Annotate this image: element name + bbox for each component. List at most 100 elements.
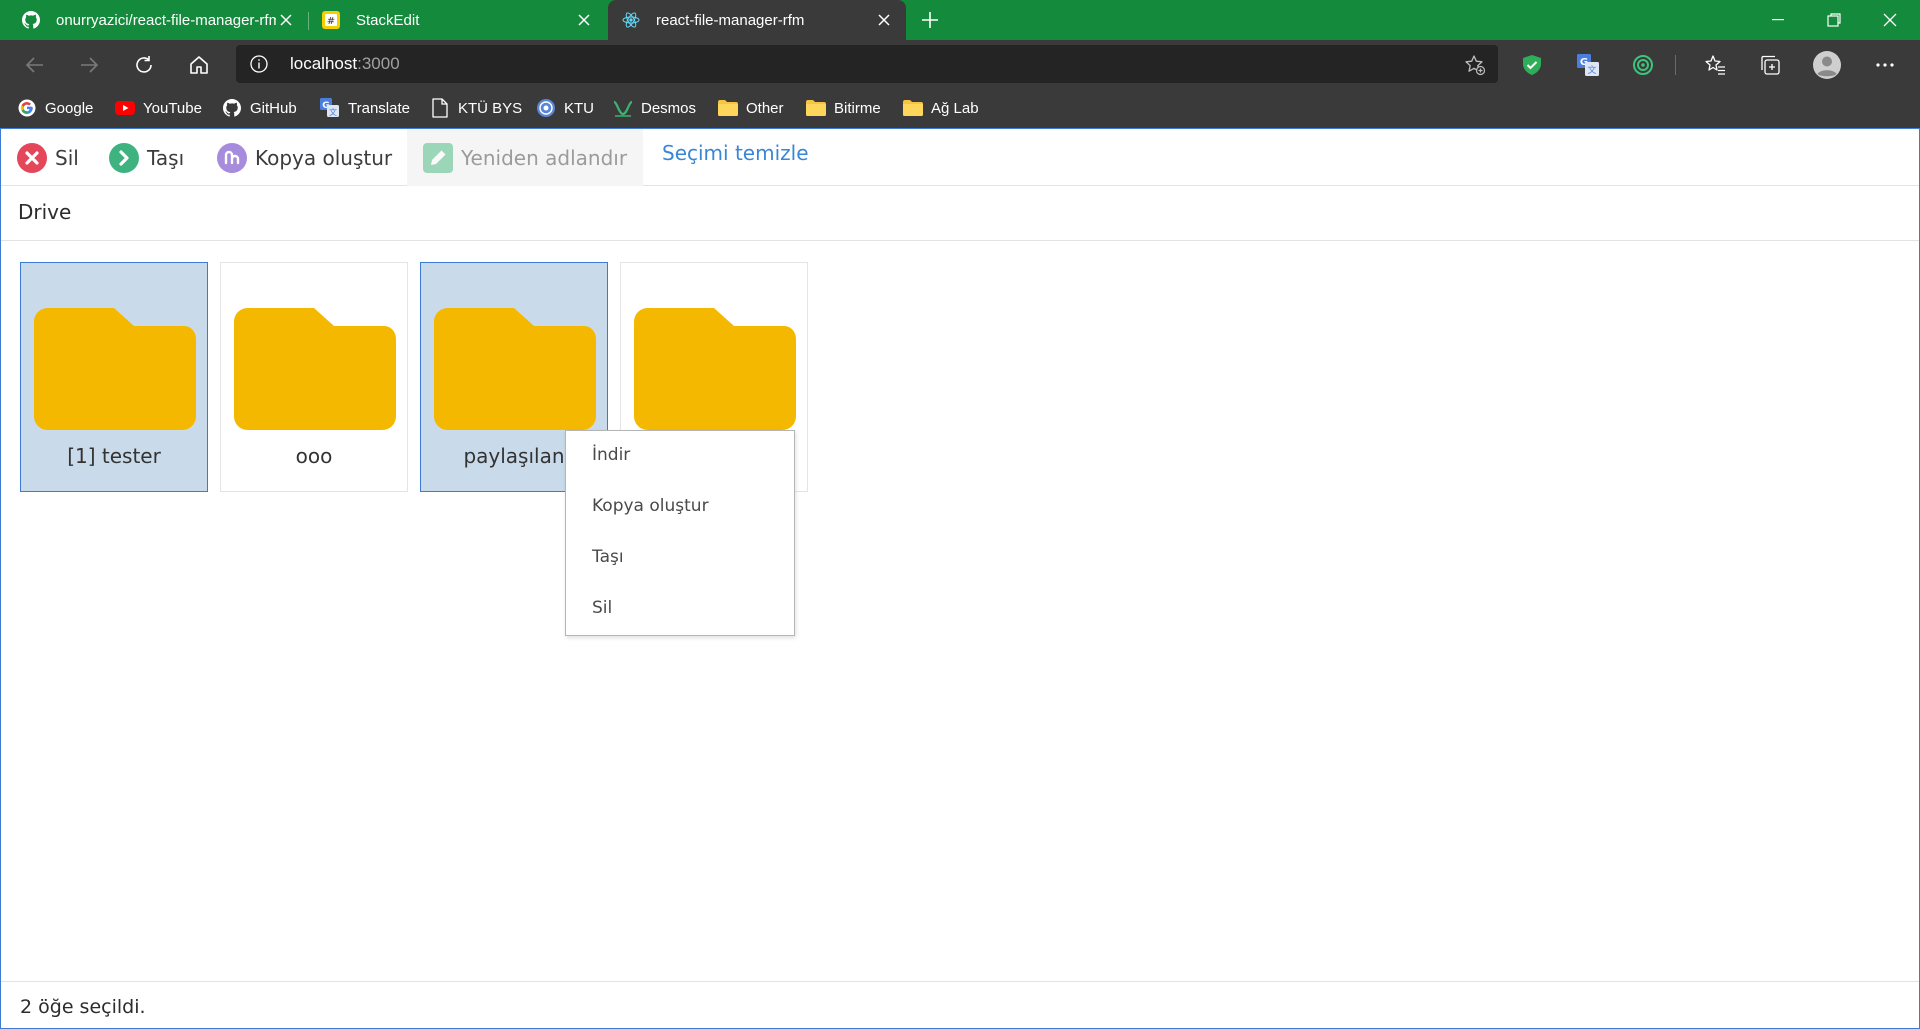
ktu-icon xyxy=(536,98,556,118)
rename-button[interactable]: Yeniden adlandır xyxy=(407,129,644,186)
bookmark-label: YouTube xyxy=(143,99,202,117)
bookmark-label: Ağ Lab xyxy=(931,99,979,117)
tab-title: react-file-manager-rfm xyxy=(656,11,805,29)
url-host: localhost xyxy=(290,54,358,73)
bookmark-github[interactable]: GitHub xyxy=(222,88,297,128)
folder-icon xyxy=(634,308,796,430)
forward-button[interactable] xyxy=(74,50,104,80)
react-icon xyxy=(622,11,640,29)
bookmark-label: Desmos xyxy=(641,99,697,117)
home-button[interactable] xyxy=(184,50,214,80)
folder-item[interactable]: ooo xyxy=(220,262,408,492)
folder-icon xyxy=(718,98,738,118)
bookmark-label: KTÜ BYS xyxy=(458,99,523,117)
svg-text:文: 文 xyxy=(329,107,337,117)
tab-title: onurryazici/react-file-manager-rfm xyxy=(56,11,276,29)
move-label: Taşı xyxy=(147,145,185,170)
clear-selection-label: Seçimi temizle xyxy=(662,140,809,165)
folder-icon xyxy=(34,308,196,430)
copy-icon xyxy=(217,142,247,173)
close-icon[interactable] xyxy=(276,10,296,30)
tab-react-file-manager[interactable]: react-file-manager-rfm xyxy=(608,0,906,40)
selection-status: 2 öğe seçildi. xyxy=(20,996,146,1018)
address-url[interactable]: localhost:3000 xyxy=(290,54,400,74)
folder-name: ooo xyxy=(295,444,333,468)
folder-item[interactable]: [1] tester xyxy=(20,262,208,492)
action-toolbar: Sil Taşı Kopya oluştur Yeniden adlandır … xyxy=(1,129,1919,186)
copy-label: Kopya oluştur xyxy=(255,145,393,170)
document-icon xyxy=(430,98,450,118)
bookmark-google[interactable]: Google xyxy=(17,88,93,128)
stackedit-icon: # xyxy=(322,11,340,29)
context-menu-copy[interactable]: Kopya oluştur xyxy=(592,496,709,516)
move-button[interactable]: Taşı xyxy=(109,129,184,186)
bookmark-folder-ag-lab[interactable]: Ağ Lab xyxy=(903,88,979,128)
breadcrumb: Drive xyxy=(1,186,1919,241)
bookmark-label: KTU xyxy=(564,99,594,117)
context-menu-delete[interactable]: Sil xyxy=(592,598,612,618)
add-favorite-icon[interactable] xyxy=(1464,54,1486,76)
profile-avatar-icon[interactable] xyxy=(1812,50,1842,80)
move-icon xyxy=(109,142,139,173)
collections-icon[interactable] xyxy=(1757,52,1783,78)
new-tab-button[interactable] xyxy=(916,6,944,34)
toolbar-separator xyxy=(1675,55,1676,75)
minimize-button[interactable] xyxy=(1750,0,1806,40)
bookmark-folder-other[interactable]: Other xyxy=(718,88,784,128)
bookmark-label: Google xyxy=(45,99,94,117)
delete-label: Sil xyxy=(55,145,79,170)
folder-icon xyxy=(434,308,596,430)
svg-text:#: # xyxy=(327,16,335,27)
translate-extension-icon[interactable]: G文 xyxy=(1575,52,1601,78)
clear-selection-button[interactable]: Seçimi temizle xyxy=(662,124,809,181)
folder-icon xyxy=(903,98,923,118)
bookmark-ktu[interactable]: KTU xyxy=(536,88,594,128)
bookmark-label: Bitirme xyxy=(834,99,881,117)
bookmark-ktu-bys[interactable]: KTÜ BYS xyxy=(430,88,522,128)
more-options-icon[interactable] xyxy=(1872,52,1898,78)
shield-extension-icon[interactable] xyxy=(1519,52,1545,78)
delete-button[interactable]: Sil xyxy=(17,129,79,186)
breadcrumb-root[interactable]: Drive xyxy=(18,200,71,224)
bookmark-label: Translate xyxy=(348,99,410,117)
google-icon xyxy=(17,98,37,118)
bookmark-desmos[interactable]: Desmos xyxy=(613,88,696,128)
favorites-icon[interactable] xyxy=(1702,52,1728,78)
youtube-icon xyxy=(115,98,135,118)
context-menu-download[interactable]: İndir xyxy=(592,445,630,465)
address-bar[interactable]: localhost:3000 xyxy=(236,45,1498,83)
restore-button[interactable] xyxy=(1806,0,1862,40)
close-icon[interactable] xyxy=(574,10,594,30)
browser-tab-bar: onurryazici/react-file-manager-rfm # Sta… xyxy=(0,0,1920,40)
tab-title: StackEdit xyxy=(356,11,420,29)
refresh-button[interactable] xyxy=(129,50,159,80)
translate-icon: G文 xyxy=(320,98,340,118)
bookmark-folder-bitirme[interactable]: Bitirme xyxy=(806,88,881,128)
back-button[interactable] xyxy=(20,50,50,80)
status-bar: 2 öğe seçildi. xyxy=(1,981,1919,1028)
tab-github[interactable]: onurryazici/react-file-manager-rfm xyxy=(8,0,308,40)
tab-stackedit[interactable]: # StackEdit xyxy=(308,0,606,40)
bookmarks-bar: Google YouTube GitHub G文 Translate KTÜ B… xyxy=(0,88,1920,128)
github-icon xyxy=(22,11,40,29)
target-extension-icon[interactable] xyxy=(1630,52,1656,78)
folder-name: [1] tester xyxy=(67,444,161,468)
context-menu-move[interactable]: Taşı xyxy=(592,547,624,567)
url-port: :3000 xyxy=(357,54,400,73)
bookmark-label: GitHub xyxy=(250,99,297,117)
folder-icon xyxy=(806,98,826,118)
desmos-icon xyxy=(613,98,633,118)
copy-button[interactable]: Kopya oluştur xyxy=(217,129,392,186)
file-manager: Sil Taşı Kopya oluştur Yeniden adlandır … xyxy=(0,128,1920,1029)
browser-nav-bar: localhost:3000 G文 xyxy=(0,40,1920,88)
window-close-button[interactable] xyxy=(1862,0,1918,40)
github-icon xyxy=(222,98,242,118)
delete-icon xyxy=(17,142,47,173)
bookmark-youtube[interactable]: YouTube xyxy=(115,88,202,128)
svg-text:文: 文 xyxy=(1587,64,1596,76)
info-icon[interactable] xyxy=(250,55,268,73)
context-menu: İndir Kopya oluştur Taşı Sil xyxy=(565,430,795,636)
close-icon[interactable] xyxy=(874,10,894,30)
bookmark-translate[interactable]: G文 Translate xyxy=(320,88,410,128)
edit-icon xyxy=(423,142,453,173)
